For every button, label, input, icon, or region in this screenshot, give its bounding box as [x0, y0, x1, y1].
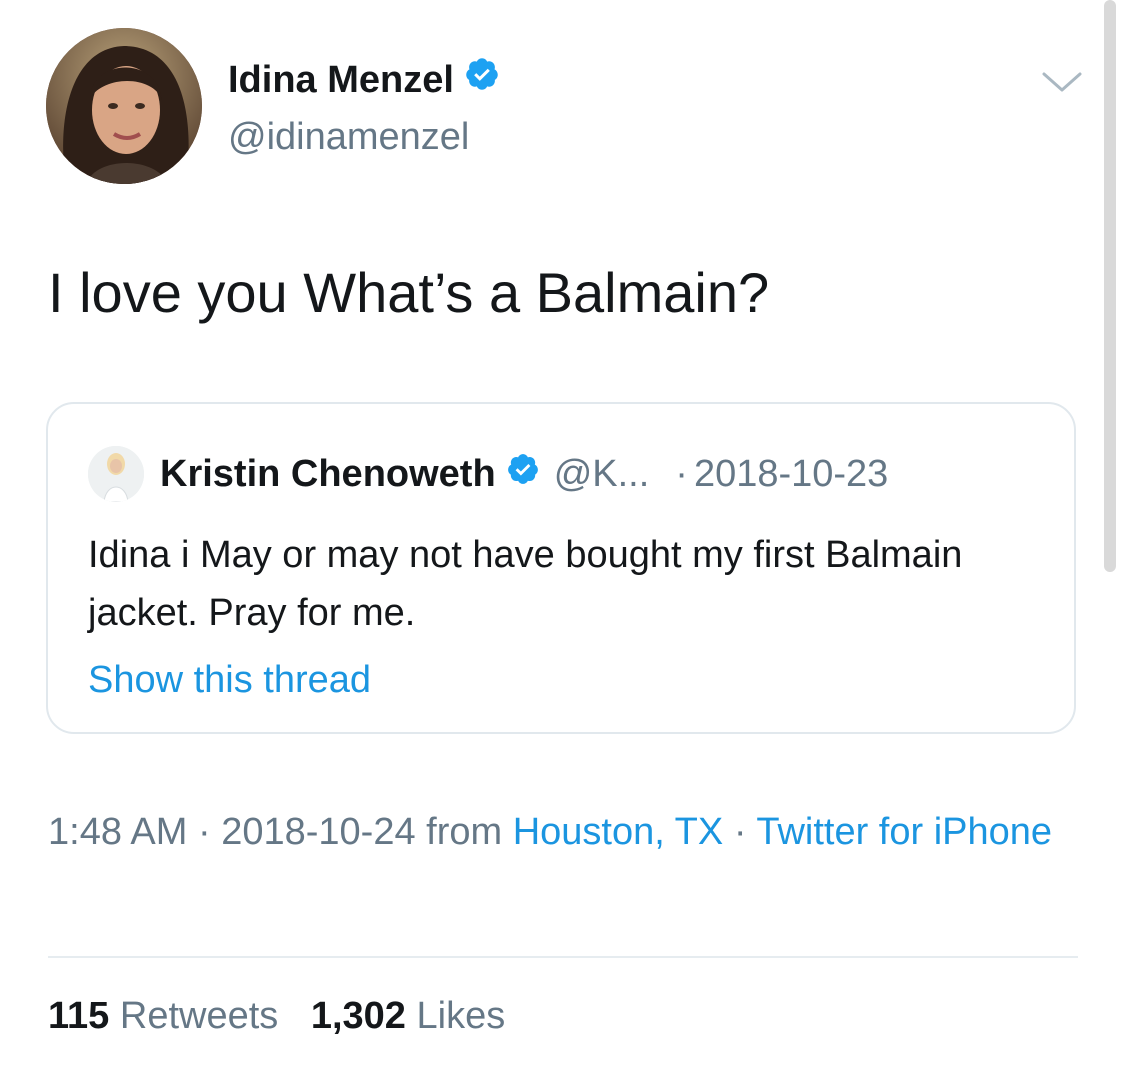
tweet-date[interactable]: 2018-10-24 — [221, 811, 415, 853]
divider — [48, 956, 1078, 958]
quoted-tweet-date[interactable]: 2018-10-23 — [694, 453, 888, 496]
author-display-name[interactable]: Idina Menzel — [228, 56, 500, 103]
verified-badge-icon — [506, 452, 540, 496]
quoted-date-separator: · — [675, 452, 688, 495]
quoted-tweet-text: Idina i May or may not have bought my fi… — [88, 534, 963, 634]
tweet-time[interactable]: 1:48 AM — [48, 811, 187, 853]
retweets-label: Retweets — [119, 995, 279, 1037]
show-thread-link[interactable]: Show this thread — [88, 654, 371, 706]
tweet-stats: 115 Retweets 1,302 Likes — [48, 990, 505, 1042]
quoted-tweet-card[interactable]: Kristin Chenoweth @K... · 2018-10-23 Idi… — [46, 402, 1076, 734]
meta-separator: · — [197, 811, 211, 853]
likes-label: Likes — [416, 995, 506, 1037]
retweets-count: 115 — [48, 995, 110, 1037]
author-name-text: Idina Menzel — [228, 58, 454, 101]
tweet-meta: 1:48 AM · 2018-10-24 from Houston, TX · … — [48, 802, 1078, 862]
tweet-page: Idina Menzel @idinamenzel I love you Wha… — [0, 0, 1124, 1068]
quoted-author-handle[interactable]: @K... — [554, 453, 650, 496]
retweets-stat[interactable]: 115 Retweets — [48, 995, 289, 1037]
quoted-author-name[interactable]: Kristin Chenoweth — [160, 453, 496, 496]
scrollbar[interactable] — [1104, 0, 1116, 572]
likes-count: 1,302 — [310, 995, 406, 1037]
location-link[interactable]: Houston, TX — [513, 811, 724, 853]
author-avatar[interactable] — [46, 28, 202, 184]
quoted-author-avatar — [88, 446, 144, 502]
author-handle[interactable]: @idinamenzel — [228, 114, 469, 160]
chevron-down-icon[interactable] — [1038, 62, 1086, 102]
quoted-tweet-header: Kristin Chenoweth @K... · 2018-10-23 — [160, 448, 888, 500]
from-label: from — [426, 811, 503, 853]
verified-badge-icon — [464, 56, 500, 103]
meta-separator: · — [733, 811, 747, 853]
tweet-text: I love you What’s a Balmain? — [48, 261, 770, 324]
source-link[interactable]: Twitter for iPhone — [756, 811, 1052, 853]
likes-stat[interactable]: 1,302 Likes — [311, 995, 505, 1037]
